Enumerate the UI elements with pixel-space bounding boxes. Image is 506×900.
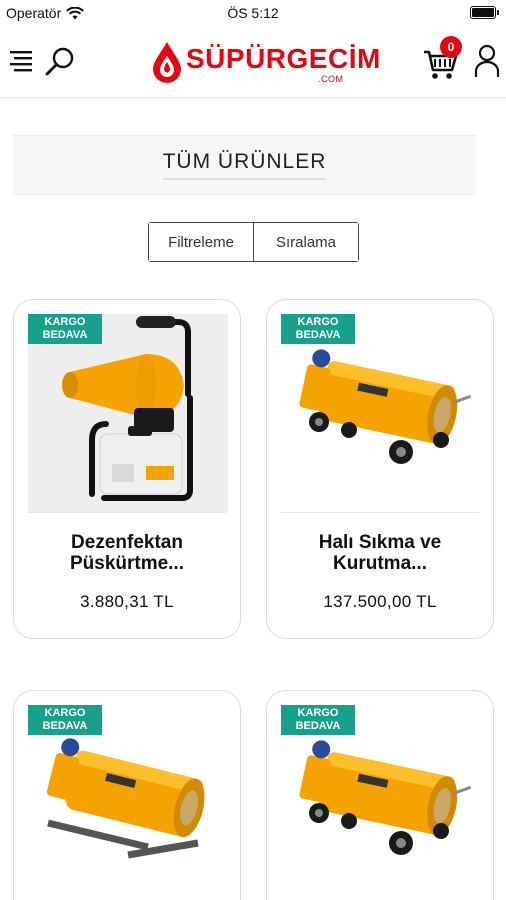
card-divider <box>281 512 479 513</box>
product-card[interactable]: KARGO BEDAVA Halı Sıkma ve Kurutma... 137… <box>266 299 494 639</box>
page-title: TÜM ÜRÜNLER <box>162 150 327 180</box>
product-title[interactable]: Dezenfektan Püskürtme... <box>24 532 230 574</box>
free-shipping-badge: KARGO BEDAVA <box>281 314 355 344</box>
logo-text: SÜPÜRGECİM <box>186 43 381 74</box>
page-title-band: TÜM ÜRÜNLER <box>13 135 476 195</box>
product-price: 137.500,00 TL <box>323 592 437 611</box>
product-price: 3.880,31 TL <box>80 592 174 611</box>
free-shipping-badge: KARGO BEDAVA <box>28 314 102 344</box>
user-icon[interactable] <box>474 44 500 78</box>
search-icon[interactable] <box>44 46 76 78</box>
logo-domain: .COM <box>318 74 344 84</box>
free-shipping-badge: KARGO BEDAVA <box>281 705 355 735</box>
product-title[interactable]: Halı Sıkma ve Kurutma... <box>277 532 483 574</box>
free-shipping-badge: KARGO BEDAVA <box>28 705 102 735</box>
filter-button[interactable]: Filtreleme <box>149 223 253 261</box>
product-card[interactable]: KARGO BEDAVA <box>266 690 494 900</box>
status-bar: Operatör ÖS 5:12 <box>0 0 506 26</box>
card-divider <box>28 512 226 513</box>
app-header: SÜPÜRGECİM .COM 0 <box>0 26 506 98</box>
product-card[interactable]: KARGO BEDAVA <box>13 690 241 900</box>
filter-sort-group: Filtreleme Sıralama <box>148 222 359 262</box>
menu-icon[interactable] <box>10 49 36 73</box>
cart-count-badge[interactable]: 0 <box>440 36 462 58</box>
status-time: ÖS 5:12 <box>227 5 279 21</box>
battery-icon <box>470 6 499 19</box>
sort-button[interactable]: Sıralama <box>253 223 358 261</box>
product-card[interactable]: KARGO BEDAVA Dezenfektan Püskürtme... 3.8… <box>13 299 241 639</box>
logo-drop-icon <box>153 42 181 83</box>
brand-logo[interactable]: SÜPÜRGECİM .COM <box>150 36 380 88</box>
